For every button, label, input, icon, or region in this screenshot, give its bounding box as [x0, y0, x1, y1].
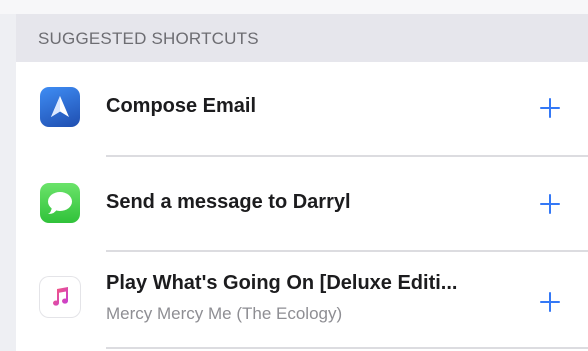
shortcut-row-play-music[interactable]: Play What's Going On [Deluxe Editi... Me… [16, 252, 588, 351]
shortcut-title: Compose Email [106, 95, 257, 117]
shortcuts-list: Compose Email Send a message to Darryl P… [16, 62, 588, 351]
add-shortcut-button[interactable] [534, 188, 566, 220]
section-header-label: SUGGESTED SHORTCUTS [38, 29, 259, 48]
shortcut-title: Send a message to Darryl [106, 191, 351, 213]
section-header: SUGGESTED SHORTCUTS [16, 14, 588, 62]
suggested-shortcuts-screen: SUGGESTED SHORTCUTS Compose Email Send a… [0, 0, 588, 351]
messages-icon [40, 183, 80, 223]
shortcut-subtitle: Mercy Mercy Me (The Ecology) [106, 304, 343, 323]
shortcut-row-compose-email[interactable]: Compose Email [16, 62, 588, 156]
add-shortcut-button[interactable] [534, 92, 566, 124]
add-shortcut-button[interactable] [534, 286, 566, 318]
row-separator [106, 347, 588, 349]
shortcut-title: Play What's Going On [Deluxe Editi... [106, 272, 458, 294]
music-note-icon [40, 277, 80, 317]
shortcut-row-send-message[interactable]: Send a message to Darryl [16, 157, 588, 251]
spark-mail-icon [40, 87, 80, 127]
top-strip [0, 0, 588, 14]
